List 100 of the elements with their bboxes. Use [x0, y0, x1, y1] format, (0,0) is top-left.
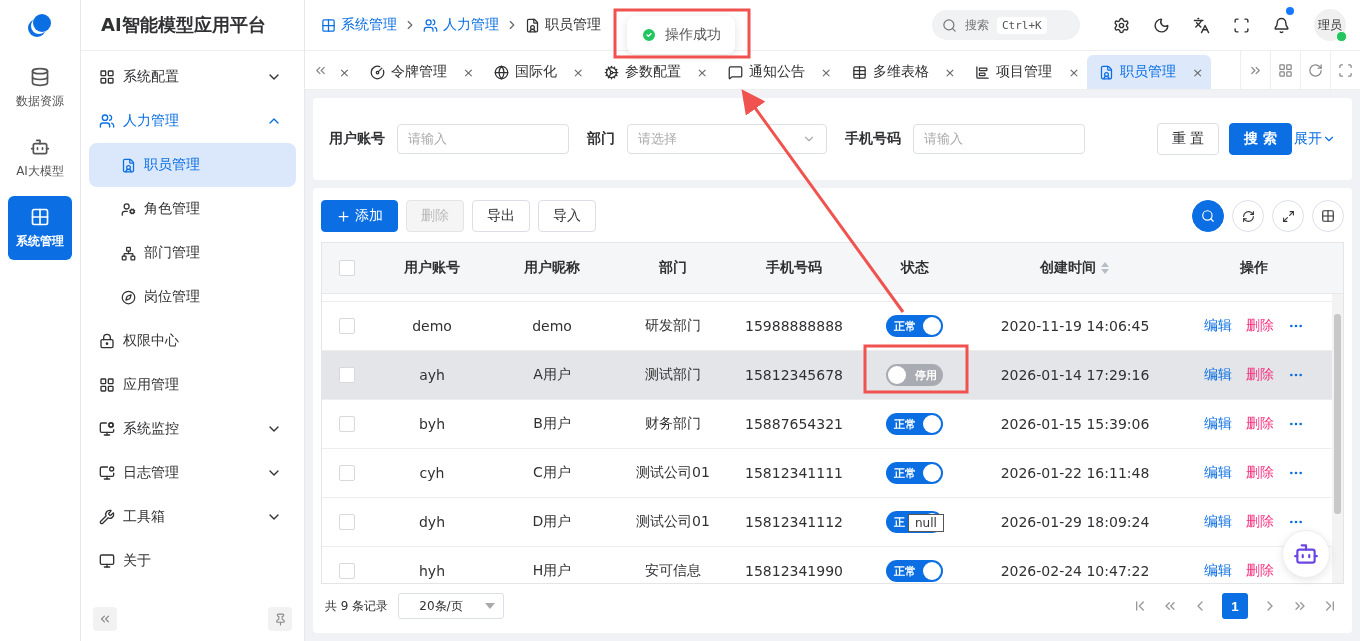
row-checkbox[interactable]: [339, 465, 355, 481]
monitor-icon: [99, 421, 115, 437]
fullscreen-button[interactable]: [1272, 200, 1304, 232]
table-cell-text: C用户: [532, 464, 572, 482]
row-checkbox[interactable]: [339, 416, 355, 432]
search-toggle-button[interactable]: [1192, 200, 1224, 232]
menu-item[interactable]: 日志管理: [89, 451, 296, 495]
row-checkbox[interactable]: [339, 318, 355, 334]
grid-icon: [1321, 209, 1335, 223]
success-toast: 操作成功: [627, 16, 735, 54]
refresh-icon: [1308, 62, 1323, 78]
expand-link[interactable]: 展开: [1294, 130, 1336, 148]
toolbar-button[interactable]: 添加: [321, 200, 398, 232]
filter-label: 部门: [587, 130, 615, 148]
table-cell-text: 安可信息: [644, 562, 702, 580]
table-cell-text: 15812341111: [744, 465, 844, 481]
message-icon: [727, 64, 743, 80]
user-icon: [121, 201, 136, 217]
row-checkbox[interactable]: [339, 514, 355, 530]
edit-link[interactable]: 编辑: [1203, 415, 1232, 433]
table-cell-text: ayh: [418, 367, 446, 383]
menu-item[interactable]: 应用管理: [89, 363, 296, 407]
scrollbar-thumb[interactable]: [1334, 314, 1341, 514]
menu-item[interactable]: 系统配置: [89, 55, 296, 99]
submenu-item[interactable]: 岗位管理: [89, 275, 296, 319]
delete-link[interactable]: 删除: [1245, 415, 1274, 433]
bell-icon: [1272, 16, 1290, 34]
edit-link[interactable]: 编辑: [1203, 513, 1232, 531]
delete-link[interactable]: 删除: [1245, 513, 1274, 531]
search-field[interactable]: 搜索 Ctrl+K: [932, 10, 1080, 40]
menu-item[interactable]: 人力管理: [89, 99, 296, 143]
sort-icon[interactable]: [1100, 261, 1110, 275]
column-header[interactable]: 创建时间: [975, 259, 1175, 277]
table-cell-text: 15887654321: [744, 416, 844, 432]
tab[interactable]: 职员管理 ×: [1087, 55, 1212, 89]
tab[interactable]: 项目管理 ×: [963, 55, 1088, 89]
status-switch[interactable]: 正常: [886, 462, 943, 484]
user-file-icon: [1099, 64, 1115, 80]
database-icon: [30, 66, 50, 87]
reset-button[interactable]: 重 置: [1156, 123, 1220, 155]
edit-link[interactable]: 编辑: [1203, 562, 1232, 580]
breadcrumb-item[interactable]: 系统管理: [321, 16, 397, 34]
network-icon: [121, 245, 136, 261]
delete-link[interactable]: 删除: [1245, 464, 1274, 482]
delete-link[interactable]: 删除: [1245, 317, 1274, 335]
tab[interactable]: 国际化 ×: [481, 55, 592, 89]
submenu-item[interactable]: 部门管理: [89, 231, 296, 275]
status-switch[interactable]: 正常: [886, 315, 943, 337]
table-cell-text: 15812345678: [744, 367, 844, 383]
rail-item[interactable]: AI大模型: [8, 126, 72, 190]
status-switch[interactable]: 正常: [886, 413, 943, 435]
rail-item[interactable]: 系统管理: [8, 196, 72, 260]
select-all-checkbox[interactable]: [339, 260, 355, 276]
rail-label: AI大模型: [16, 162, 64, 180]
gear-icon: [603, 64, 619, 80]
caret-icon: [485, 603, 496, 609]
submenu-item[interactable]: 职员管理: [89, 143, 296, 187]
delete-link[interactable]: 删除: [1245, 562, 1274, 580]
columns-button[interactable]: [1312, 200, 1344, 232]
table-cell-text: 2026-01-14 17:29:16: [999, 367, 1151, 383]
page-button[interactable]: 1: [1222, 593, 1248, 619]
submenu-item[interactable]: 角色管理: [89, 187, 296, 231]
user-file-icon: [525, 17, 540, 33]
delete-link[interactable]: 删除: [1245, 366, 1274, 384]
status-switch[interactable]: 正常: [886, 560, 943, 582]
scrollbar[interactable]: [1332, 294, 1343, 583]
tab[interactable]: 通知公告 ×: [715, 55, 840, 89]
tab-close[interactable]: ×: [339, 64, 350, 80]
table-cell-text: 财务部门: [644, 415, 702, 433]
edit-link[interactable]: 编辑: [1203, 317, 1232, 335]
edit-link[interactable]: 编辑: [1203, 366, 1232, 384]
tab[interactable]: 令牌管理 ×: [357, 55, 482, 89]
tab[interactable]: 多维表格 ×: [839, 55, 964, 89]
collapse-button[interactable]: [93, 607, 117, 631]
tab[interactable]: 参数配置 ×: [591, 55, 716, 89]
table-cell-text: A用户: [532, 366, 572, 384]
rail-item[interactable]: 数据资源: [8, 56, 72, 120]
menu-item[interactable]: 系统监控: [89, 407, 296, 451]
page-size-select[interactable]: 20条/页: [398, 593, 505, 619]
row-checkbox[interactable]: [339, 563, 355, 579]
column-header: 手机号码: [765, 259, 823, 277]
row-checkbox[interactable]: [339, 367, 355, 383]
menu-item[interactable]: 权限中心: [89, 319, 296, 363]
status-switch[interactable]: 正 null: [886, 511, 943, 533]
toolbar-button[interactable]: 导出: [472, 200, 530, 232]
edit-link[interactable]: 编辑: [1203, 464, 1232, 482]
menu-item[interactable]: 关于: [89, 539, 296, 583]
monitor-icon: [99, 465, 115, 481]
grid-icon: [1278, 62, 1293, 78]
refresh-button[interactable]: [1232, 200, 1264, 232]
table-cell-text: dyh: [417, 514, 446, 530]
user-avatar[interactable]: 理员: [1314, 9, 1346, 41]
users-icon: [99, 113, 115, 129]
breadcrumb-item[interactable]: 人力管理: [423, 16, 499, 34]
pin-button[interactable]: [268, 607, 292, 631]
search-button[interactable]: 搜 索: [1229, 123, 1292, 155]
table-cell-text: D用户: [531, 513, 573, 531]
menu-item[interactable]: 工具箱: [89, 495, 296, 539]
column-header: 用户账号: [403, 259, 461, 277]
toolbar-button[interactable]: 导入: [538, 200, 596, 232]
